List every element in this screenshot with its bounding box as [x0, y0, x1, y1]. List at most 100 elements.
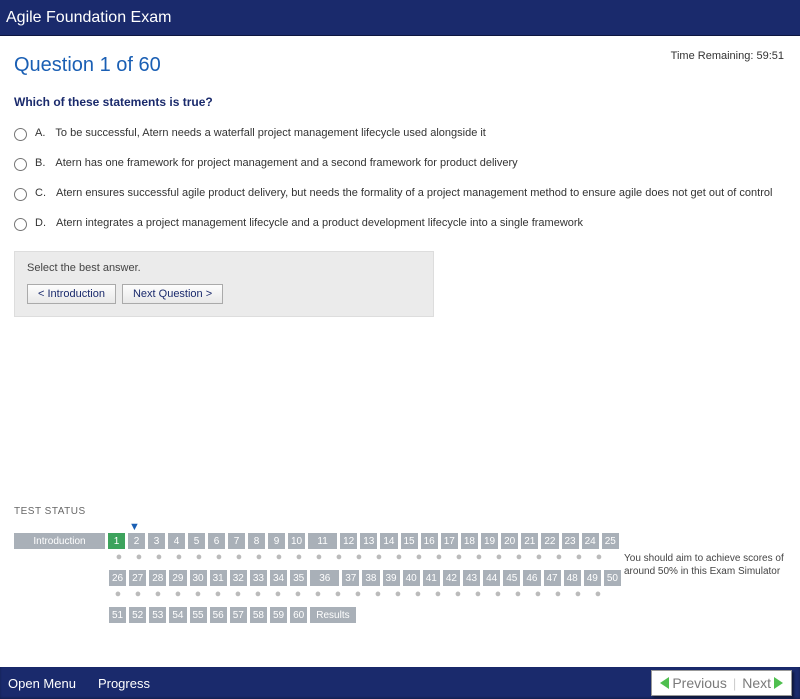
status-pill-48[interactable]: 48	[564, 570, 582, 586]
status-pill-60[interactable]: 60	[290, 607, 308, 623]
status-pill-49[interactable]: 49	[584, 570, 602, 586]
triangle-right-icon	[774, 677, 783, 689]
answer-option-c[interactable]: C. Atern ensures successful agile produc…	[14, 187, 786, 201]
instruction-panel: Select the best answer. < Introduction N…	[14, 251, 434, 317]
status-pill-59[interactable]: 59	[270, 607, 288, 623]
status-pill-20[interactable]: 20	[501, 533, 519, 549]
status-pill-45[interactable]: 45	[503, 570, 521, 586]
status-pill-24[interactable]: 24	[582, 533, 600, 549]
test-status-panel: TEST STATUS ▼ Introduction12345678910111…	[14, 506, 786, 626]
status-pill-9[interactable]: 9	[268, 533, 286, 549]
status-pill-results[interactable]: Results	[310, 607, 356, 623]
status-pill-34[interactable]: 34	[270, 570, 288, 586]
status-pill-38[interactable]: 38	[362, 570, 380, 586]
status-pill-17[interactable]: 17	[441, 533, 459, 549]
status-pill-4[interactable]: 4	[168, 533, 186, 549]
status-pill-46[interactable]: 46	[523, 570, 541, 586]
status-pill-31[interactable]: 31	[210, 570, 228, 586]
status-pill-35[interactable]: 35	[290, 570, 308, 586]
status-dot-27: ●	[129, 589, 147, 599]
status-dot-10: ●	[290, 552, 308, 562]
status-pill-36[interactable]: 36	[310, 570, 340, 586]
status-pill-56[interactable]: 56	[210, 607, 228, 623]
answer-radio-b[interactable]	[14, 158, 27, 171]
prev-question-button[interactable]: < Introduction	[27, 284, 116, 304]
app-title: Agile Foundation Exam	[6, 9, 171, 27]
status-pill-43[interactable]: 43	[463, 570, 481, 586]
status-pill-25[interactable]: 25	[602, 533, 620, 549]
status-dot-11: ●	[310, 552, 328, 562]
status-pill-16[interactable]: 16	[421, 533, 439, 549]
status-pill-10[interactable]: 10	[288, 533, 306, 549]
status-pill-58[interactable]: 58	[250, 607, 268, 623]
status-pill-32[interactable]: 32	[230, 570, 248, 586]
status-pill-51[interactable]: 51	[109, 607, 127, 623]
status-dot-2: ●	[130, 552, 148, 562]
current-marker: ▼	[14, 523, 786, 533]
status-dot-33: ●	[249, 589, 267, 599]
answer-radio-a[interactable]	[14, 128, 27, 141]
status-dot-34: ●	[269, 589, 287, 599]
next-page-button[interactable]: Next	[742, 675, 783, 691]
prev-next-box: Previous | Next	[651, 670, 792, 696]
status-pill-2[interactable]: 2	[128, 533, 146, 549]
status-pill-18[interactable]: 18	[461, 533, 479, 549]
status-pill-47[interactable]: 47	[544, 570, 562, 586]
status-dot-48: ●	[549, 589, 567, 599]
answer-option-d[interactable]: D. Atern integrates a project management…	[14, 217, 786, 231]
status-pill-37[interactable]: 37	[342, 570, 360, 586]
status-pill-39[interactable]: 39	[383, 570, 401, 586]
status-pill-55[interactable]: 55	[190, 607, 208, 623]
status-pill-53[interactable]: 53	[149, 607, 167, 623]
status-pill-21[interactable]: 21	[521, 533, 539, 549]
status-dot-18: ●	[450, 552, 468, 562]
status-pill-1[interactable]: 1	[108, 533, 126, 549]
status-pill-27[interactable]: 27	[129, 570, 147, 586]
status-pill-12[interactable]: 12	[340, 533, 358, 549]
answer-radio-c[interactable]	[14, 188, 27, 201]
status-pill-42[interactable]: 42	[443, 570, 461, 586]
status-pill-introduction[interactable]: Introduction	[14, 533, 106, 549]
answer-radio-d[interactable]	[14, 218, 27, 231]
test-status-label: TEST STATUS	[14, 506, 786, 517]
status-dot-21: ●	[510, 552, 528, 562]
status-dot-5: ●	[190, 552, 208, 562]
status-pill-29[interactable]: 29	[169, 570, 187, 586]
status-dot-7: ●	[230, 552, 248, 562]
status-pill-5[interactable]: 5	[188, 533, 206, 549]
status-pill-30[interactable]: 30	[190, 570, 208, 586]
status-dot-35: ●	[289, 589, 307, 599]
status-pill-54[interactable]: 54	[169, 607, 187, 623]
status-pill-11[interactable]: 11	[308, 533, 338, 549]
prev-page-button[interactable]: Previous	[660, 675, 726, 691]
status-pill-22[interactable]: 22	[541, 533, 559, 549]
status-pill-7[interactable]: 7	[228, 533, 246, 549]
answer-option-a[interactable]: A. To be successful, Atern needs a water…	[14, 127, 786, 141]
status-pill-50[interactable]: 50	[604, 570, 622, 586]
status-pill-6[interactable]: 6	[208, 533, 226, 549]
progress-link[interactable]: Progress	[98, 676, 150, 691]
status-dot-30: ●	[189, 589, 207, 599]
status-dot-46: ●	[509, 589, 527, 599]
next-question-button[interactable]: Next Question >	[122, 284, 223, 304]
status-pill-23[interactable]: 23	[562, 533, 580, 549]
status-pill-41[interactable]: 41	[423, 570, 441, 586]
status-pill-28[interactable]: 28	[149, 570, 167, 586]
open-menu-link[interactable]: Open Menu	[8, 676, 76, 691]
status-pill-44[interactable]: 44	[483, 570, 501, 586]
status-pill-3[interactable]: 3	[148, 533, 166, 549]
status-pill-15[interactable]: 15	[401, 533, 419, 549]
status-dot-22: ●	[530, 552, 548, 562]
status-pill-26[interactable]: 26	[109, 570, 127, 586]
status-pill-40[interactable]: 40	[403, 570, 421, 586]
status-dot-45: ●	[489, 589, 507, 599]
status-pill-13[interactable]: 13	[360, 533, 378, 549]
status-pill-57[interactable]: 57	[230, 607, 248, 623]
status-pill-14[interactable]: 14	[380, 533, 398, 549]
status-pill-52[interactable]: 52	[129, 607, 147, 623]
status-pill-19[interactable]: 19	[481, 533, 499, 549]
status-pill-33[interactable]: 33	[250, 570, 268, 586]
status-dot-1: ●	[110, 552, 128, 562]
status-pill-8[interactable]: 8	[248, 533, 266, 549]
answer-option-b[interactable]: B. Atern has one framework for project m…	[14, 157, 786, 171]
